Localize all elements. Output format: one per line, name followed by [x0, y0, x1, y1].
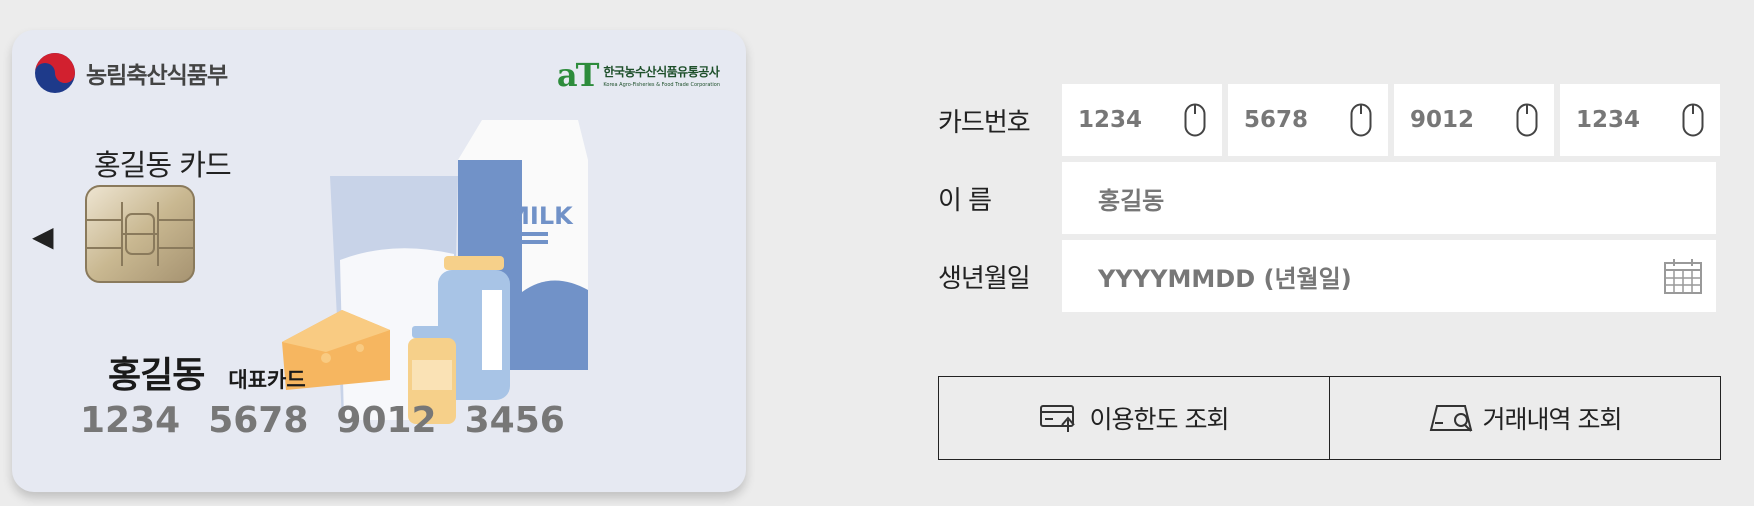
taeguk-icon: [35, 53, 75, 93]
card-number-value: 5678: [1244, 107, 1309, 133]
ministry-name: 농림축산식품부: [86, 63, 228, 89]
card-holder: 홍길동 대표카드: [108, 346, 306, 398]
birthdate-label: 생년월일: [938, 263, 1031, 294]
limit-inquiry-button[interactable]: 이용한도 조회: [939, 377, 1329, 459]
card-number-input-1[interactable]: 1234: [1062, 84, 1222, 156]
card-image: 농림축산식품부 aT 한국농수산식품유통공사 Korea Agro-Fisher…: [12, 30, 746, 492]
card-number-value: 1234: [1576, 107, 1641, 133]
card-number-label: 카드번호: [938, 107, 1031, 138]
card-number-input-4[interactable]: 1234: [1560, 84, 1720, 156]
name-row: 이 름 홍길동: [938, 162, 1716, 234]
ministry-logo: 농림축산식품부: [34, 52, 228, 94]
transaction-search-icon: [1429, 405, 1472, 432]
card-holder-name: 홍길동: [108, 355, 205, 396]
calendar-icon[interactable]: [1664, 258, 1702, 294]
birthdate-row: 생년월일 YYYYMMDD (년월일): [938, 240, 1716, 312]
action-button-group: 이용한도 조회 거래내역 조회: [938, 376, 1721, 460]
card-number-group: 5678: [208, 400, 309, 441]
mouse-icon[interactable]: [1682, 103, 1704, 137]
card-number-display: 1234 5678 9012 3456: [80, 400, 565, 441]
card-number-input-2[interactable]: 5678: [1228, 84, 1388, 156]
card-number-value: 1234: [1078, 107, 1143, 133]
card-limit-icon: [1039, 405, 1075, 432]
birthdate-field[interactable]: YYYYMMDD (년월일): [1062, 240, 1716, 312]
card-holder-type: 대표카드: [228, 368, 306, 392]
mouse-icon[interactable]: [1516, 103, 1538, 137]
transaction-history-button[interactable]: 거래내역 조회: [1329, 377, 1720, 459]
card-number-row: 카드번호 1234 5678 9012 1234: [938, 84, 1720, 156]
agency-name-en: Korea Agro-Fisheries & Food Trade Corpor…: [603, 81, 720, 88]
agency-logo: aT 한국농수산식품유통공사 Korea Agro-Fisheries & Fo…: [557, 56, 720, 94]
name-label: 이 름: [938, 185, 992, 216]
transaction-history-label: 거래내역 조회: [1482, 405, 1623, 434]
chip-icon: [85, 185, 195, 283]
card-title: 홍길동 카드: [94, 148, 232, 182]
agency-name-ko: 한국농수산식품유통공사: [603, 64, 720, 79]
milk-label: MILK: [506, 202, 574, 230]
card-number-group: 9012: [336, 400, 437, 441]
birthdate-placeholder: YYYYMMDD (년월일): [1098, 264, 1352, 293]
mouse-icon[interactable]: [1184, 103, 1206, 137]
card-number-input-3[interactable]: 9012: [1394, 84, 1554, 156]
name-value: 홍길동: [1098, 186, 1165, 215]
limit-inquiry-label: 이용한도 조회: [1089, 405, 1230, 434]
card-number-group: 3456: [464, 400, 565, 441]
card-number-value: 9012: [1410, 107, 1475, 133]
triangle-left-icon[interactable]: ◀: [32, 220, 54, 253]
at-logo-mark: aT: [556, 56, 600, 94]
name-field[interactable]: 홍길동: [1062, 162, 1716, 234]
card-number-group: 1234: [80, 400, 181, 441]
mouse-icon[interactable]: [1350, 103, 1372, 137]
